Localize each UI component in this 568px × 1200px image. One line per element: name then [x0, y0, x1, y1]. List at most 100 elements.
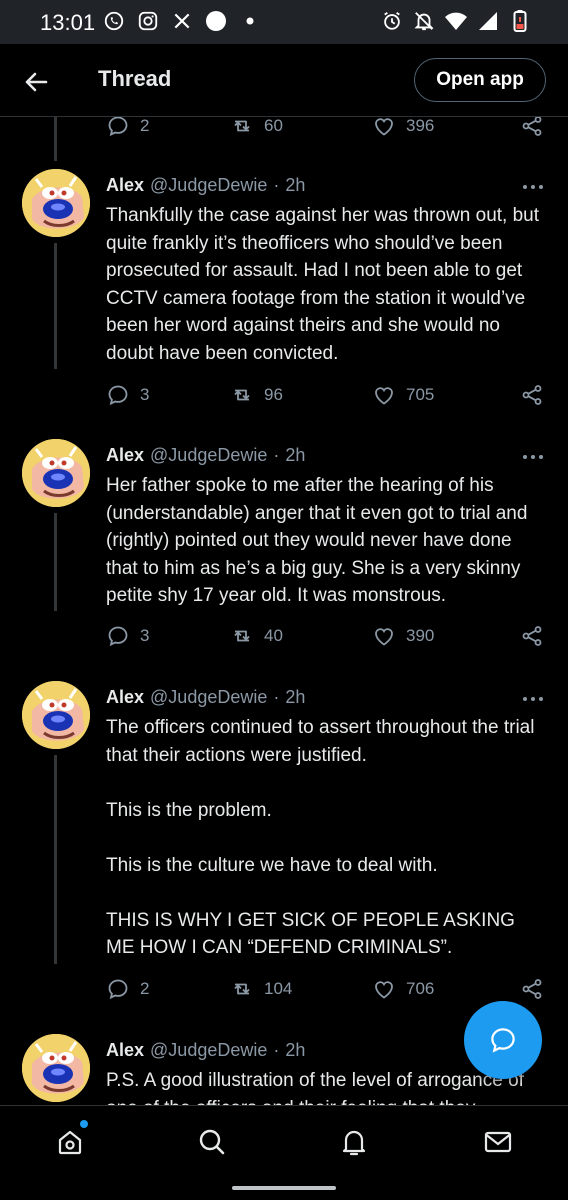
reply-button[interactable]: 3: [106, 383, 149, 407]
retweet-button[interactable]: 40: [230, 624, 283, 648]
home-indicator[interactable]: [232, 1186, 336, 1190]
thread-connector: [54, 117, 57, 161]
reply-count: 3: [140, 385, 150, 404]
tweet-time[interactable]: 2h: [285, 175, 305, 196]
tweet-header: Alex @JudgeDewie · 2h: [106, 1040, 305, 1061]
reply-count: 2: [140, 979, 150, 998]
reply-bubble-icon: [491, 1028, 515, 1053]
tweet-time[interactable]: 2h: [285, 1040, 305, 1061]
x-icon: [170, 9, 194, 33]
notifications-off-icon: [412, 9, 436, 33]
tweet-paragraph: Thankfully the case against her was thro…: [106, 205, 540, 364]
wifi-icon: [444, 9, 468, 33]
separator-dot: ·: [273, 1040, 280, 1060]
tweet-paragraph: Her father spoke to me after the hearing…: [106, 475, 528, 606]
like-count: 705: [406, 385, 435, 404]
like-button[interactable]: 705: [372, 383, 434, 407]
back-arrow-icon[interactable]: [20, 66, 52, 98]
heart-icon: [375, 118, 393, 136]
retweet-count: 40: [264, 626, 283, 645]
like-count: 390: [406, 626, 435, 645]
author-handle[interactable]: @JudgeDewie: [150, 687, 267, 708]
home-icon[interactable]: [54, 1126, 86, 1158]
thread-feed[interactable]: 2 60 396 Alex @JudgeDewie · 2h Thankfull…: [0, 117, 568, 1105]
retweet-button[interactable]: 96: [230, 383, 283, 407]
notifications-icon[interactable]: [338, 1126, 370, 1158]
tweet-text: The officers continued to assert through…: [106, 714, 546, 962]
tweet-header: Alex @JudgeDewie · 2h: [106, 175, 305, 196]
open-app-button[interactable]: Open app: [414, 58, 546, 102]
more-options-icon[interactable]: [520, 447, 546, 467]
reply-icon: [108, 626, 128, 647]
circle-icon: [204, 9, 228, 33]
heart-icon: [375, 981, 393, 999]
avatar[interactable]: [22, 681, 90, 749]
separator-dot: ·: [273, 175, 280, 195]
search-icon[interactable]: [196, 1126, 228, 1158]
more-options-icon[interactable]: [520, 689, 546, 709]
tweet-text: Thankfully the case against her was thro…: [106, 202, 546, 367]
bottom-navigation: [0, 1105, 568, 1178]
author-name[interactable]: Alex: [106, 1040, 144, 1061]
thread-header: Thread Open app: [0, 44, 568, 117]
author-handle[interactable]: @JudgeDewie: [150, 1040, 267, 1061]
retweet-button[interactable]: 104: [230, 977, 292, 1001]
reply-icon: [108, 979, 128, 1000]
author-handle[interactable]: @JudgeDewie: [150, 175, 267, 196]
author-handle[interactable]: @JudgeDewie: [150, 445, 267, 466]
tweet-paragraph: THIS IS WHY I GET SICK OF PEOPLE ASKING …: [106, 909, 515, 959]
messages-icon[interactable]: [482, 1126, 514, 1158]
reply-icon: [108, 385, 128, 406]
retweet-icon: [234, 120, 250, 132]
dot-icon: [238, 9, 262, 33]
alarm-icon: [380, 9, 404, 33]
tweet-actions: 3 40 390: [106, 624, 546, 654]
share-button[interactable]: [520, 383, 544, 407]
share-button[interactable]: [520, 977, 544, 1001]
page-title: Thread: [98, 66, 172, 91]
instagram-icon: [136, 9, 160, 33]
tweet-time[interactable]: 2h: [285, 445, 305, 466]
status-time: 13:01: [40, 10, 96, 35]
author-name[interactable]: Alex: [106, 687, 144, 708]
share-icon: [522, 979, 542, 999]
like-button[interactable]: 396: [372, 117, 434, 138]
more-options-icon[interactable]: [520, 177, 546, 197]
author-name[interactable]: Alex: [106, 445, 144, 466]
tweet-header: Alex @JudgeDewie · 2h: [106, 687, 305, 708]
tweet-paragraph: This is the problem.: [106, 799, 272, 821]
signal-icon: [476, 9, 500, 33]
retweet-icon: [234, 983, 250, 995]
tweet-paragraph: P.S. A good illustration of the level of…: [106, 1070, 524, 1105]
avatar[interactable]: [22, 169, 90, 237]
share-button[interactable]: [520, 624, 544, 648]
share-icon: [522, 385, 542, 405]
tweet-actions: 2 104 706: [106, 977, 546, 1007]
separator-dot: ·: [273, 445, 280, 465]
reply-count: 3: [140, 626, 150, 645]
retweet-count: 104: [264, 979, 293, 998]
share-icon: [522, 117, 542, 136]
reply-button[interactable]: 2: [106, 977, 149, 1001]
reply-button[interactable]: 2: [106, 117, 149, 138]
like-button[interactable]: 706: [372, 977, 434, 1001]
avatar[interactable]: [22, 1034, 90, 1102]
tweet-text: P.S. A good illustration of the level of…: [106, 1067, 546, 1105]
reply-button[interactable]: 3: [106, 624, 149, 648]
retweet-count: 96: [264, 385, 283, 404]
system-icons: [380, 9, 532, 33]
separator-dot: ·: [273, 687, 280, 707]
compose-reply-button[interactable]: [464, 1001, 542, 1079]
tweet-time[interactable]: 2h: [285, 687, 305, 708]
whatsapp-icon: [102, 9, 126, 33]
tweet-text: Her father spoke to me after the hearing…: [106, 472, 546, 610]
share-button[interactable]: [520, 117, 544, 138]
like-button[interactable]: 390: [372, 624, 434, 648]
battery-low-icon: [508, 9, 532, 33]
retweet-icon: [234, 630, 250, 642]
retweet-button[interactable]: 60: [230, 117, 283, 138]
author-name[interactable]: Alex: [106, 175, 144, 196]
avatar[interactable]: [22, 439, 90, 507]
notification-icons: [102, 9, 262, 33]
reply-icon: [108, 117, 128, 137]
